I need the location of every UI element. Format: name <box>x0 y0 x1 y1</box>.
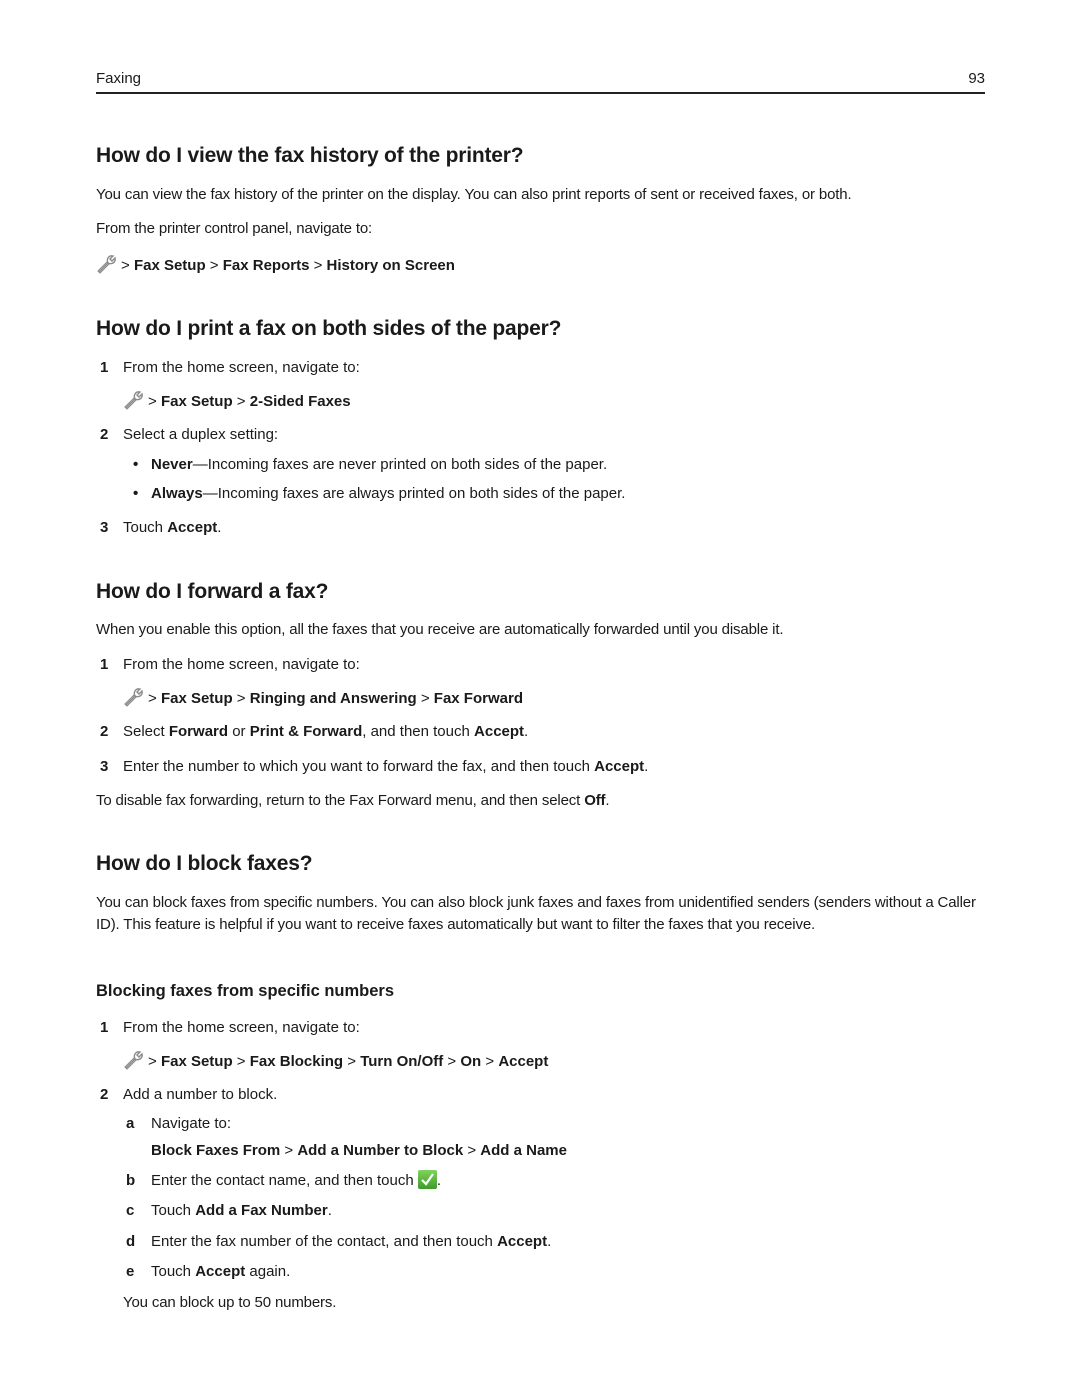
block-nav-path: > Fax Setup > Fax Blocking > Turn On/Off… <box>123 1050 548 1073</box>
nav-item: Fax Forward <box>433 690 523 707</box>
nav-item: Accept <box>498 1053 549 1070</box>
heading-block: How do I block faxes? <box>96 852 313 875</box>
step-2: 2 Add a number to block. <box>100 1086 278 1103</box>
wrench-icon <box>123 1050 145 1070</box>
forward-outro: To disable fax forwarding, return to the… <box>96 792 610 809</box>
bullet-always: • Always—Incoming faxes are always printe… <box>133 485 626 502</box>
wrench-icon <box>123 687 145 707</box>
nav-item: Fax Setup <box>160 690 233 707</box>
two-sided-nav-path: > Fax Setup > 2-Sided Faxes <box>123 390 351 413</box>
nav-item: Fax Blocking <box>249 1053 344 1070</box>
wrench-icon <box>96 254 118 274</box>
nav-item: Block Faxes From <box>151 1142 281 1159</box>
block-sub-nav-path: Block Faxes From > Add a Number to Block… <box>151 1142 567 1159</box>
history-para-1: You can view the fax history of the prin… <box>96 186 852 203</box>
step-3: 3 Touch Accept. <box>100 519 222 536</box>
step-2: 2 Select Forward or Print & Forward, and … <box>100 723 529 740</box>
substep-e: e Touch Accept again. <box>126 1263 291 1280</box>
substep-d: d Enter the fax number of the contact, an… <box>126 1233 552 1250</box>
heading-forward: How do I forward a fax? <box>96 580 329 603</box>
nav-item: Turn On/Off <box>360 1053 444 1070</box>
step-3: 3 Enter the number to which you want to f… <box>100 758 649 775</box>
wrench-icon <box>123 390 145 410</box>
page-header: Faxing 93 <box>96 70 985 94</box>
block-note: You can block up to 50 numbers. <box>123 1294 337 1311</box>
step-1: 1 From the home screen, navigate to: <box>100 359 360 376</box>
step-1: 1 From the home screen, navigate to: <box>100 1019 360 1036</box>
nav-item: Fax Setup <box>160 1053 233 1070</box>
nav-item: Add a Number to Block <box>297 1142 464 1159</box>
history-nav-path: > Fax Setup > Fax Reports > History on S… <box>96 254 455 277</box>
step-2: 2 Select a duplex setting: <box>100 426 279 443</box>
substep-c: c Touch Add a Fax Number. <box>126 1202 332 1219</box>
substep-b: b Enter the contact name, and then touch … <box>126 1170 442 1189</box>
nav-item: History on Screen <box>326 257 455 274</box>
nav-item: 2-Sided Faxes <box>249 393 351 410</box>
nav-item: Add a Name <box>480 1142 567 1159</box>
substep-a: a Navigate to: <box>126 1115 232 1132</box>
block-intro: You can block faxes from specific number… <box>96 894 976 933</box>
nav-item: Ringing and Answering <box>249 690 417 707</box>
forward-intro: When you enable this option, all the fax… <box>96 621 784 638</box>
nav-item: On <box>460 1053 482 1070</box>
green-checkmark-icon <box>417 1170 437 1189</box>
nav-item: Fax Setup <box>133 257 206 274</box>
bullet-never: • Never—Incoming faxes are never printed … <box>133 456 608 473</box>
forward-nav-path: > Fax Setup > Ringing and Answering > Fa… <box>123 687 523 710</box>
nav-item: Fax Setup <box>160 393 233 410</box>
step-1: 1 From the home screen, navigate to: <box>100 656 360 673</box>
heading-two-sided: How do I print a fax on both sides of th… <box>96 317 562 340</box>
heading-fax-history: How do I view the fax history of the pri… <box>96 144 524 167</box>
history-para-2: From the printer control panel, navigate… <box>96 220 373 237</box>
page-number: 93 <box>968 70 985 87</box>
subheading-block-specific: Blocking faxes from specific numbers <box>96 982 395 1000</box>
nav-item: Fax Reports <box>222 257 310 274</box>
header-section: Faxing <box>96 70 142 87</box>
